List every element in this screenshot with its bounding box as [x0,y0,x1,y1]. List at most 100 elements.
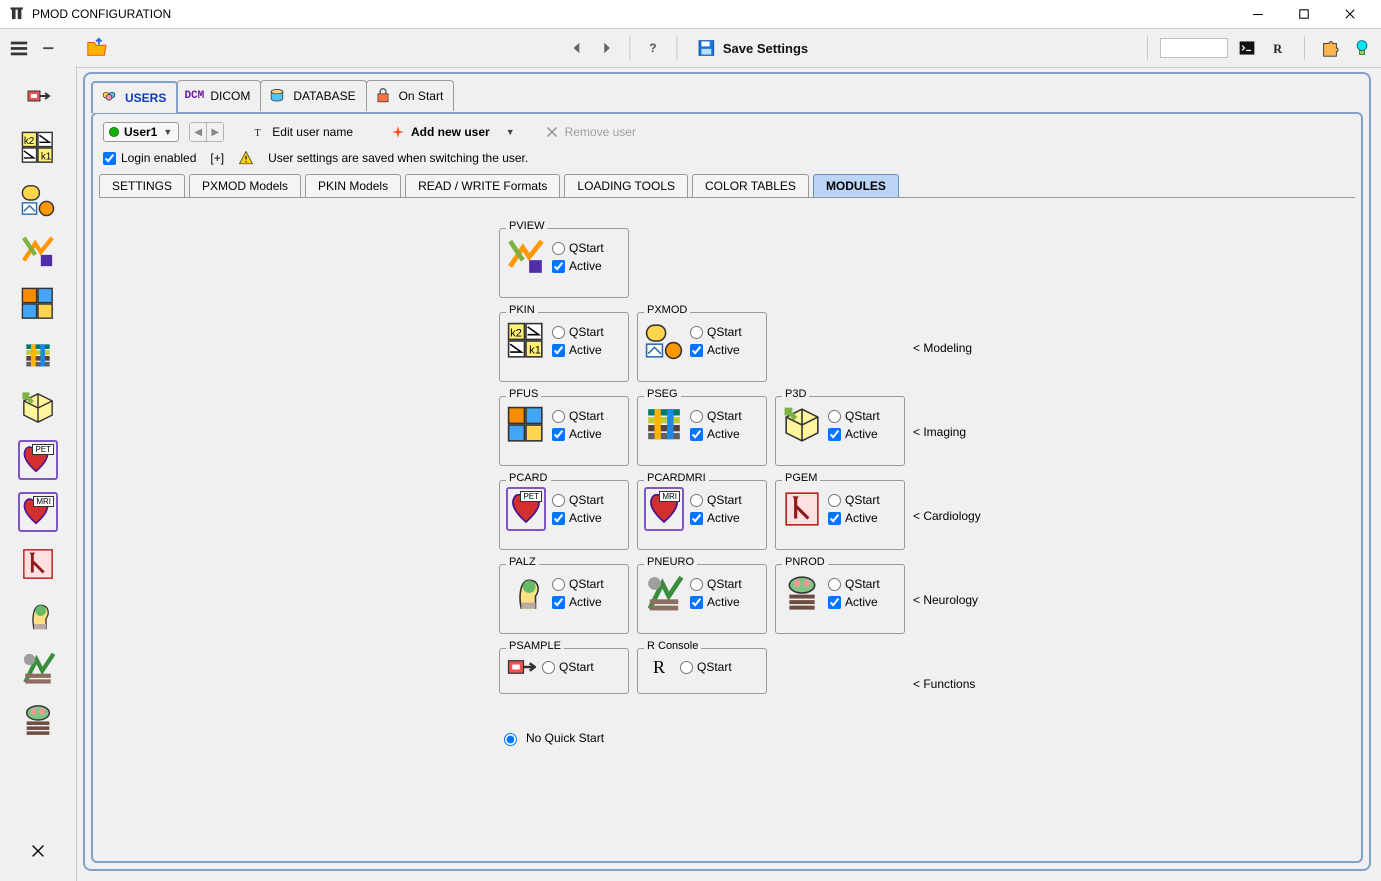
app-icon [8,5,26,23]
active-checkbox[interactable]: Active [690,511,742,525]
active-checkbox[interactable]: Active [690,427,742,441]
login-enabled-checkbox[interactable]: Login enabled [103,151,196,165]
module-rconsole: R Console R QStart [637,648,767,694]
rail-pgem[interactable] [16,544,60,584]
module-pcardmri: PCARDMRI MRI QStart Active [637,480,767,550]
active-checkbox[interactable]: Active [552,427,604,441]
rail-pkin[interactable] [16,128,60,168]
active-checkbox[interactable]: Active [552,511,604,525]
tab-settings[interactable]: SETTINGS [99,174,185,197]
active-checkbox[interactable]: Active [828,595,880,609]
tab-rw-formats[interactable]: READ / WRITE Formats [405,174,560,197]
qstart-radio[interactable]: QStart [552,409,604,423]
pcard-icon: PET [506,489,546,529]
nav-prev-button[interactable] [563,35,589,61]
current-user-label: User1 [124,125,157,139]
rail-pcardmri[interactable]: MRI [16,492,60,532]
module-pseg: PSEG QStart Active [637,396,767,466]
rail-pneuro[interactable] [16,648,60,688]
qstart-radio[interactable]: QStart [828,577,880,591]
save-settings-button[interactable]: Save Settings [687,39,818,57]
window-maximize-button[interactable] [1281,0,1327,28]
active-checkbox[interactable]: Active [690,343,742,357]
module-rail: PET MRI [0,66,77,881]
qstart-radio[interactable]: QStart [828,493,880,507]
terminal-button[interactable] [1234,35,1260,61]
rconsole-icon: R [644,655,674,679]
qstart-radio[interactable]: QStart [690,409,742,423]
qstart-radio[interactable]: QStart [680,660,732,674]
expand-button[interactable]: [+] [210,151,224,165]
module-code: PCARDMRI [644,472,709,484]
tab-pkin-models[interactable]: PKIN Models [305,174,401,197]
pnrod-icon [782,573,822,613]
tab-users[interactable]: USERS [91,81,178,113]
qstart-radio[interactable]: QStart [552,241,604,255]
title-bar: PMOD CONFIGURATION [0,0,1381,29]
open-folder-button[interactable] [84,35,110,61]
module-code: PXMOD [644,304,690,316]
rail-psample[interactable] [16,76,60,116]
qstart-radio[interactable]: QStart [552,325,604,339]
window-close-button[interactable] [1327,0,1373,28]
database-icon [267,88,287,104]
module-code: R Console [644,640,701,652]
active-checkbox[interactable]: Active [828,427,880,441]
separator [629,36,630,60]
qstart-radio[interactable]: QStart [552,577,604,591]
active-checkbox[interactable]: Active [552,259,604,273]
qstart-radio[interactable]: QStart [828,409,880,423]
rail-pview[interactable] [16,232,60,272]
separator [676,36,677,60]
rail-pfus[interactable] [16,284,60,324]
rail-pcard[interactable]: PET [16,440,60,480]
active-checkbox[interactable]: Active [828,511,880,525]
dash-button[interactable] [36,35,62,61]
tab-modules[interactable]: MODULES [813,174,899,197]
module-code: PKIN [506,304,538,316]
user-next-button[interactable]: ▶ [207,122,224,142]
user-selector[interactable]: User1 ▼ [103,122,179,142]
rail-pxmod[interactable] [16,180,60,220]
module-code: PFUS [506,388,541,400]
add-user-button[interactable]: Add new user [391,125,490,139]
menu-button[interactable] [6,35,32,61]
module-code: PNEURO [644,556,697,568]
tab-pxmod-models[interactable]: PXMOD Models [189,174,301,197]
window-minimize-button[interactable] [1235,0,1281,28]
rail-close-button[interactable] [16,831,60,871]
tips-button[interactable] [1349,35,1375,61]
qstart-radio[interactable]: QStart [542,660,594,674]
pneuro-icon [644,573,684,613]
module-pkin: PKIN QStart Active [499,312,629,382]
rail-pnrod[interactable] [16,700,60,740]
qstart-radio[interactable]: QStart [690,325,742,339]
chevron-down-icon[interactable]: ▼ [506,127,515,137]
rail-palz[interactable] [16,596,60,636]
no-quick-start-radio[interactable]: No Quick Start [499,730,1033,746]
tab-color-tables[interactable]: COLOR TABLES [692,174,809,197]
help-button[interactable]: ? [640,35,666,61]
active-checkbox[interactable]: Active [552,595,604,609]
plugins-button[interactable] [1317,35,1343,61]
edit-user-button[interactable]: Edit user name [252,125,353,139]
qstart-radio[interactable]: QStart [552,493,604,507]
rail-p3d[interactable] [16,388,60,428]
tab-database[interactable]: DATABASE [260,80,366,111]
tab-onstart[interactable]: On Start [366,80,455,111]
rail-pseg[interactable] [16,336,60,376]
tab-loading-tools[interactable]: LOADING TOOLS [564,174,688,197]
tab-dicom[interactable]: DCM DICOM [177,80,261,111]
active-checkbox[interactable]: Active [690,595,742,609]
qstart-radio[interactable]: QStart [690,493,742,507]
module-pcard: PCARD PET QStart Active [499,480,629,550]
user-prev-button[interactable]: ◀ [189,122,207,142]
nav-next-button[interactable] [593,35,619,61]
qstart-radio[interactable]: QStart [690,577,742,591]
pxmod-icon [644,321,684,361]
edit-user-label: Edit user name [272,125,353,139]
pgem-icon [782,489,822,529]
active-checkbox[interactable]: Active [552,343,604,357]
remove-user-button[interactable]: Remove user [545,125,636,139]
r-console-button[interactable] [1266,35,1292,61]
